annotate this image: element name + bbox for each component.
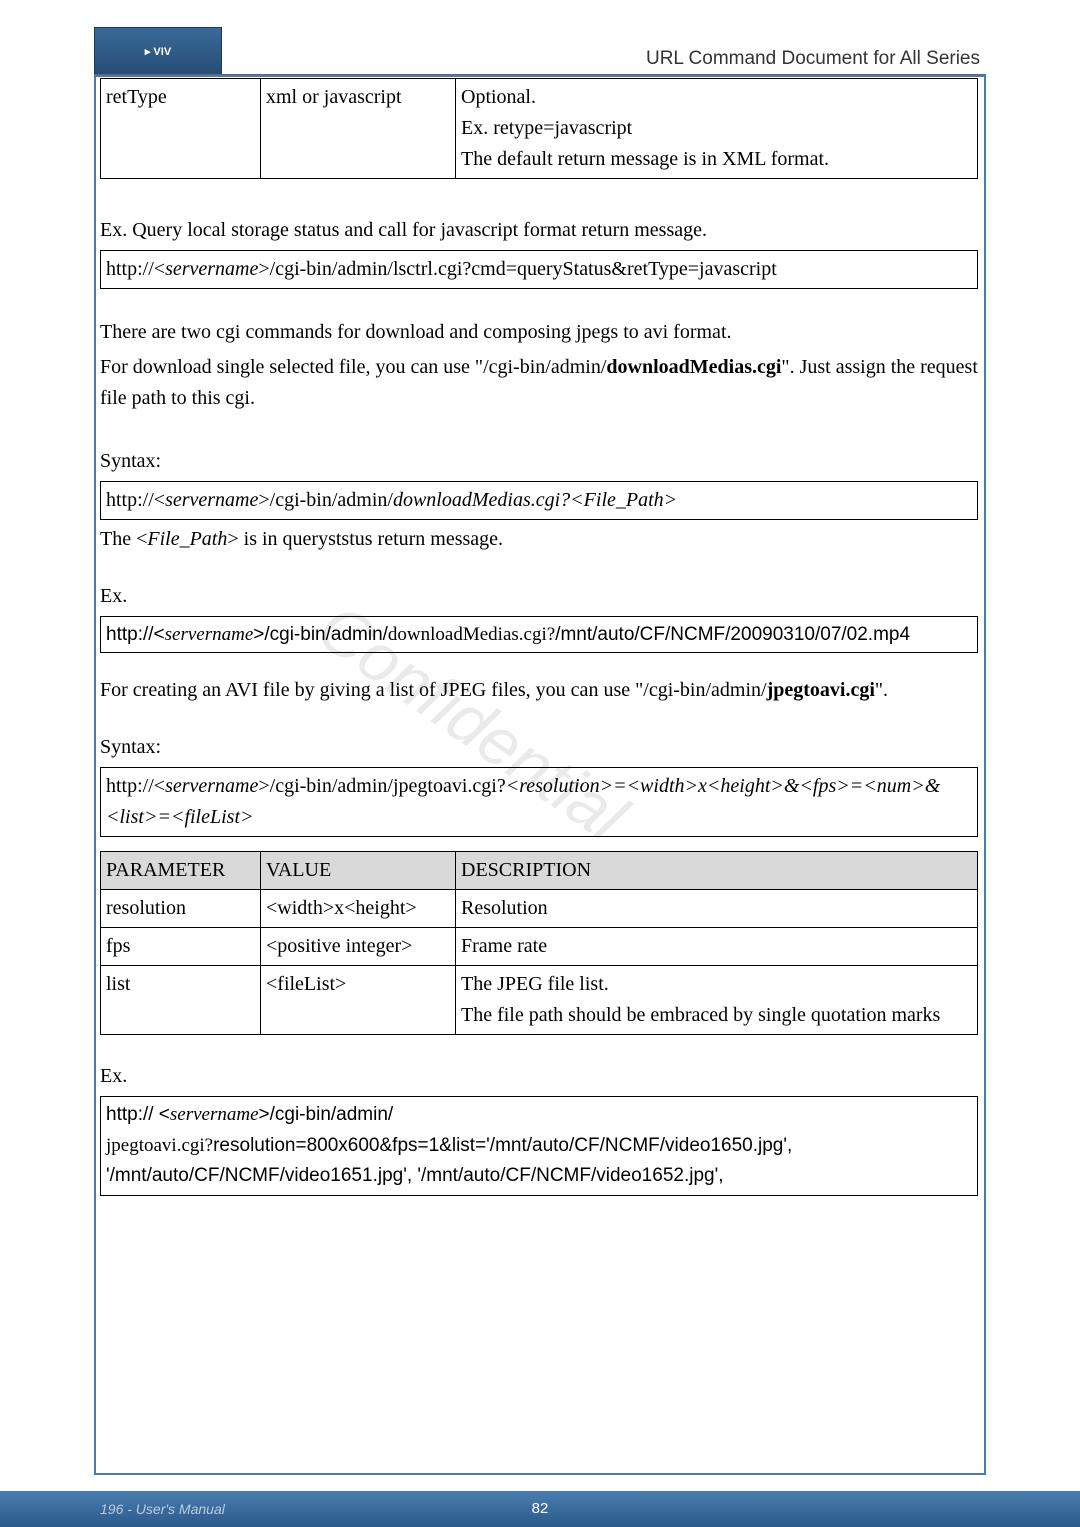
paragraph: Ex. Query local storage status and call … (100, 215, 980, 246)
text: http://< (106, 624, 165, 645)
bold-text: downloadMedias.cgi (606, 356, 781, 378)
logo-text: ▸ VIV (145, 45, 171, 58)
code-line: http://<servername>/cgi-bin/admin/lsctrl… (101, 251, 978, 289)
table-header: VALUE (261, 852, 456, 890)
table-cell: The JPEG file list. The file path should… (456, 966, 978, 1035)
table-cell: Frame rate (456, 928, 978, 966)
text: >/cgi-bin/admin/ (259, 1104, 394, 1125)
table-cell: retType (101, 79, 261, 179)
code-box: http://<servername>/cgi-bin/admin/lsctrl… (100, 250, 978, 289)
code-line: http://<servername>/cgi-bin/admin/downlo… (101, 482, 978, 520)
ex-label: Ex. (100, 581, 980, 612)
text: For creating an AVI file by giving a lis… (100, 679, 767, 701)
cell-line: The JPEG file list. (461, 969, 972, 1000)
text: http://< (106, 489, 165, 511)
rettype-table: retType xml or javascript Optional. Ex. … (100, 78, 978, 179)
text: jpegtoavi.cgi? (106, 1135, 213, 1156)
code-box: http://<servername>/cgi-bin/admin/downlo… (100, 481, 978, 520)
code-box: http://<servername>/cgi-bin/admin/jpegto… (100, 767, 978, 837)
cell-line: Optional. (461, 82, 972, 113)
text: > is in queryststus return message. (227, 528, 503, 550)
table-header: DESCRIPTION (456, 852, 978, 890)
cell-line: The default return message is in XML for… (461, 144, 972, 175)
table-cell: list (101, 966, 261, 1035)
ex-label: Ex. (100, 1061, 980, 1092)
footer-left: 196 - User's Manual (100, 1501, 225, 1517)
servername-var: servername (165, 775, 258, 797)
header-title: URL Command Document for All Series (646, 48, 980, 70)
syntax-label: Syntax: (100, 446, 980, 477)
paragraph: The <File_Path> is in queryststus return… (100, 524, 980, 555)
table-cell: <width>x<height> (261, 890, 456, 928)
syntax-label: Syntax: (100, 732, 980, 763)
italic-text: downloadMedias.cgi?<File_Path> (393, 489, 677, 511)
cell-line: Ex. retype=javascript (461, 113, 972, 144)
table-header: PARAMETER (101, 852, 261, 890)
italic-text: File_Path (147, 528, 227, 550)
table-cell: <positive integer> (261, 928, 456, 966)
table-cell: Optional. Ex. retype=javascript The defa… (456, 79, 978, 179)
text: ". (875, 679, 888, 701)
text: >/cgi-bin/admin/ (258, 489, 393, 511)
table-cell: resolution (101, 890, 261, 928)
text: >/cgi-bin/admin/ (253, 624, 388, 645)
text: downloadMedias.cgi? (388, 624, 555, 645)
text: >/cgi-bin/admin/jpegtoavi.cgi? (258, 775, 505, 797)
table-cell: fps (101, 928, 261, 966)
servername-var: servername (165, 624, 254, 645)
parameter-table: PARAMETER VALUE DESCRIPTION resolution <… (100, 851, 978, 1035)
table-cell: xml or javascript (261, 79, 456, 179)
code-line: http://<servername>/cgi-bin/admin/downlo… (101, 617, 978, 653)
text: The < (100, 528, 147, 550)
text: For download single selected file, you c… (100, 356, 606, 378)
servername-var: servername (170, 1104, 259, 1125)
code-box: http:// <servername>/cgi-bin/admin/jpegt… (100, 1096, 978, 1195)
code-box: http://<servername>/cgi-bin/admin/downlo… (100, 616, 978, 653)
logo: ▸ VIV (94, 27, 222, 75)
servername-var: servername (165, 258, 258, 280)
bold-text: jpegtoavi.cgi (767, 679, 875, 701)
table-cell: <fileList> (261, 966, 456, 1035)
text: /mnt/auto/CF/NCMF/20090310/07/02.mp4 (555, 624, 910, 645)
code-line: http://<servername>/cgi-bin/admin/jpegto… (101, 768, 978, 837)
content-area: retType xml or javascript Optional. Ex. … (100, 78, 980, 1196)
text: http://< (106, 775, 165, 797)
paragraph: For creating an AVI file by giving a lis… (100, 675, 980, 706)
page-number: 82 (532, 1500, 549, 1517)
text: http:// < (106, 1104, 170, 1125)
table-cell: Resolution (456, 890, 978, 928)
paragraph: There are two cgi commands for download … (100, 317, 980, 348)
code-line: http:// <servername>/cgi-bin/admin/jpegt… (101, 1097, 978, 1195)
servername-var: servername (165, 489, 258, 511)
paragraph: For download single selected file, you c… (100, 352, 980, 414)
cell-line: The file path should be embraced by sing… (461, 1000, 972, 1031)
